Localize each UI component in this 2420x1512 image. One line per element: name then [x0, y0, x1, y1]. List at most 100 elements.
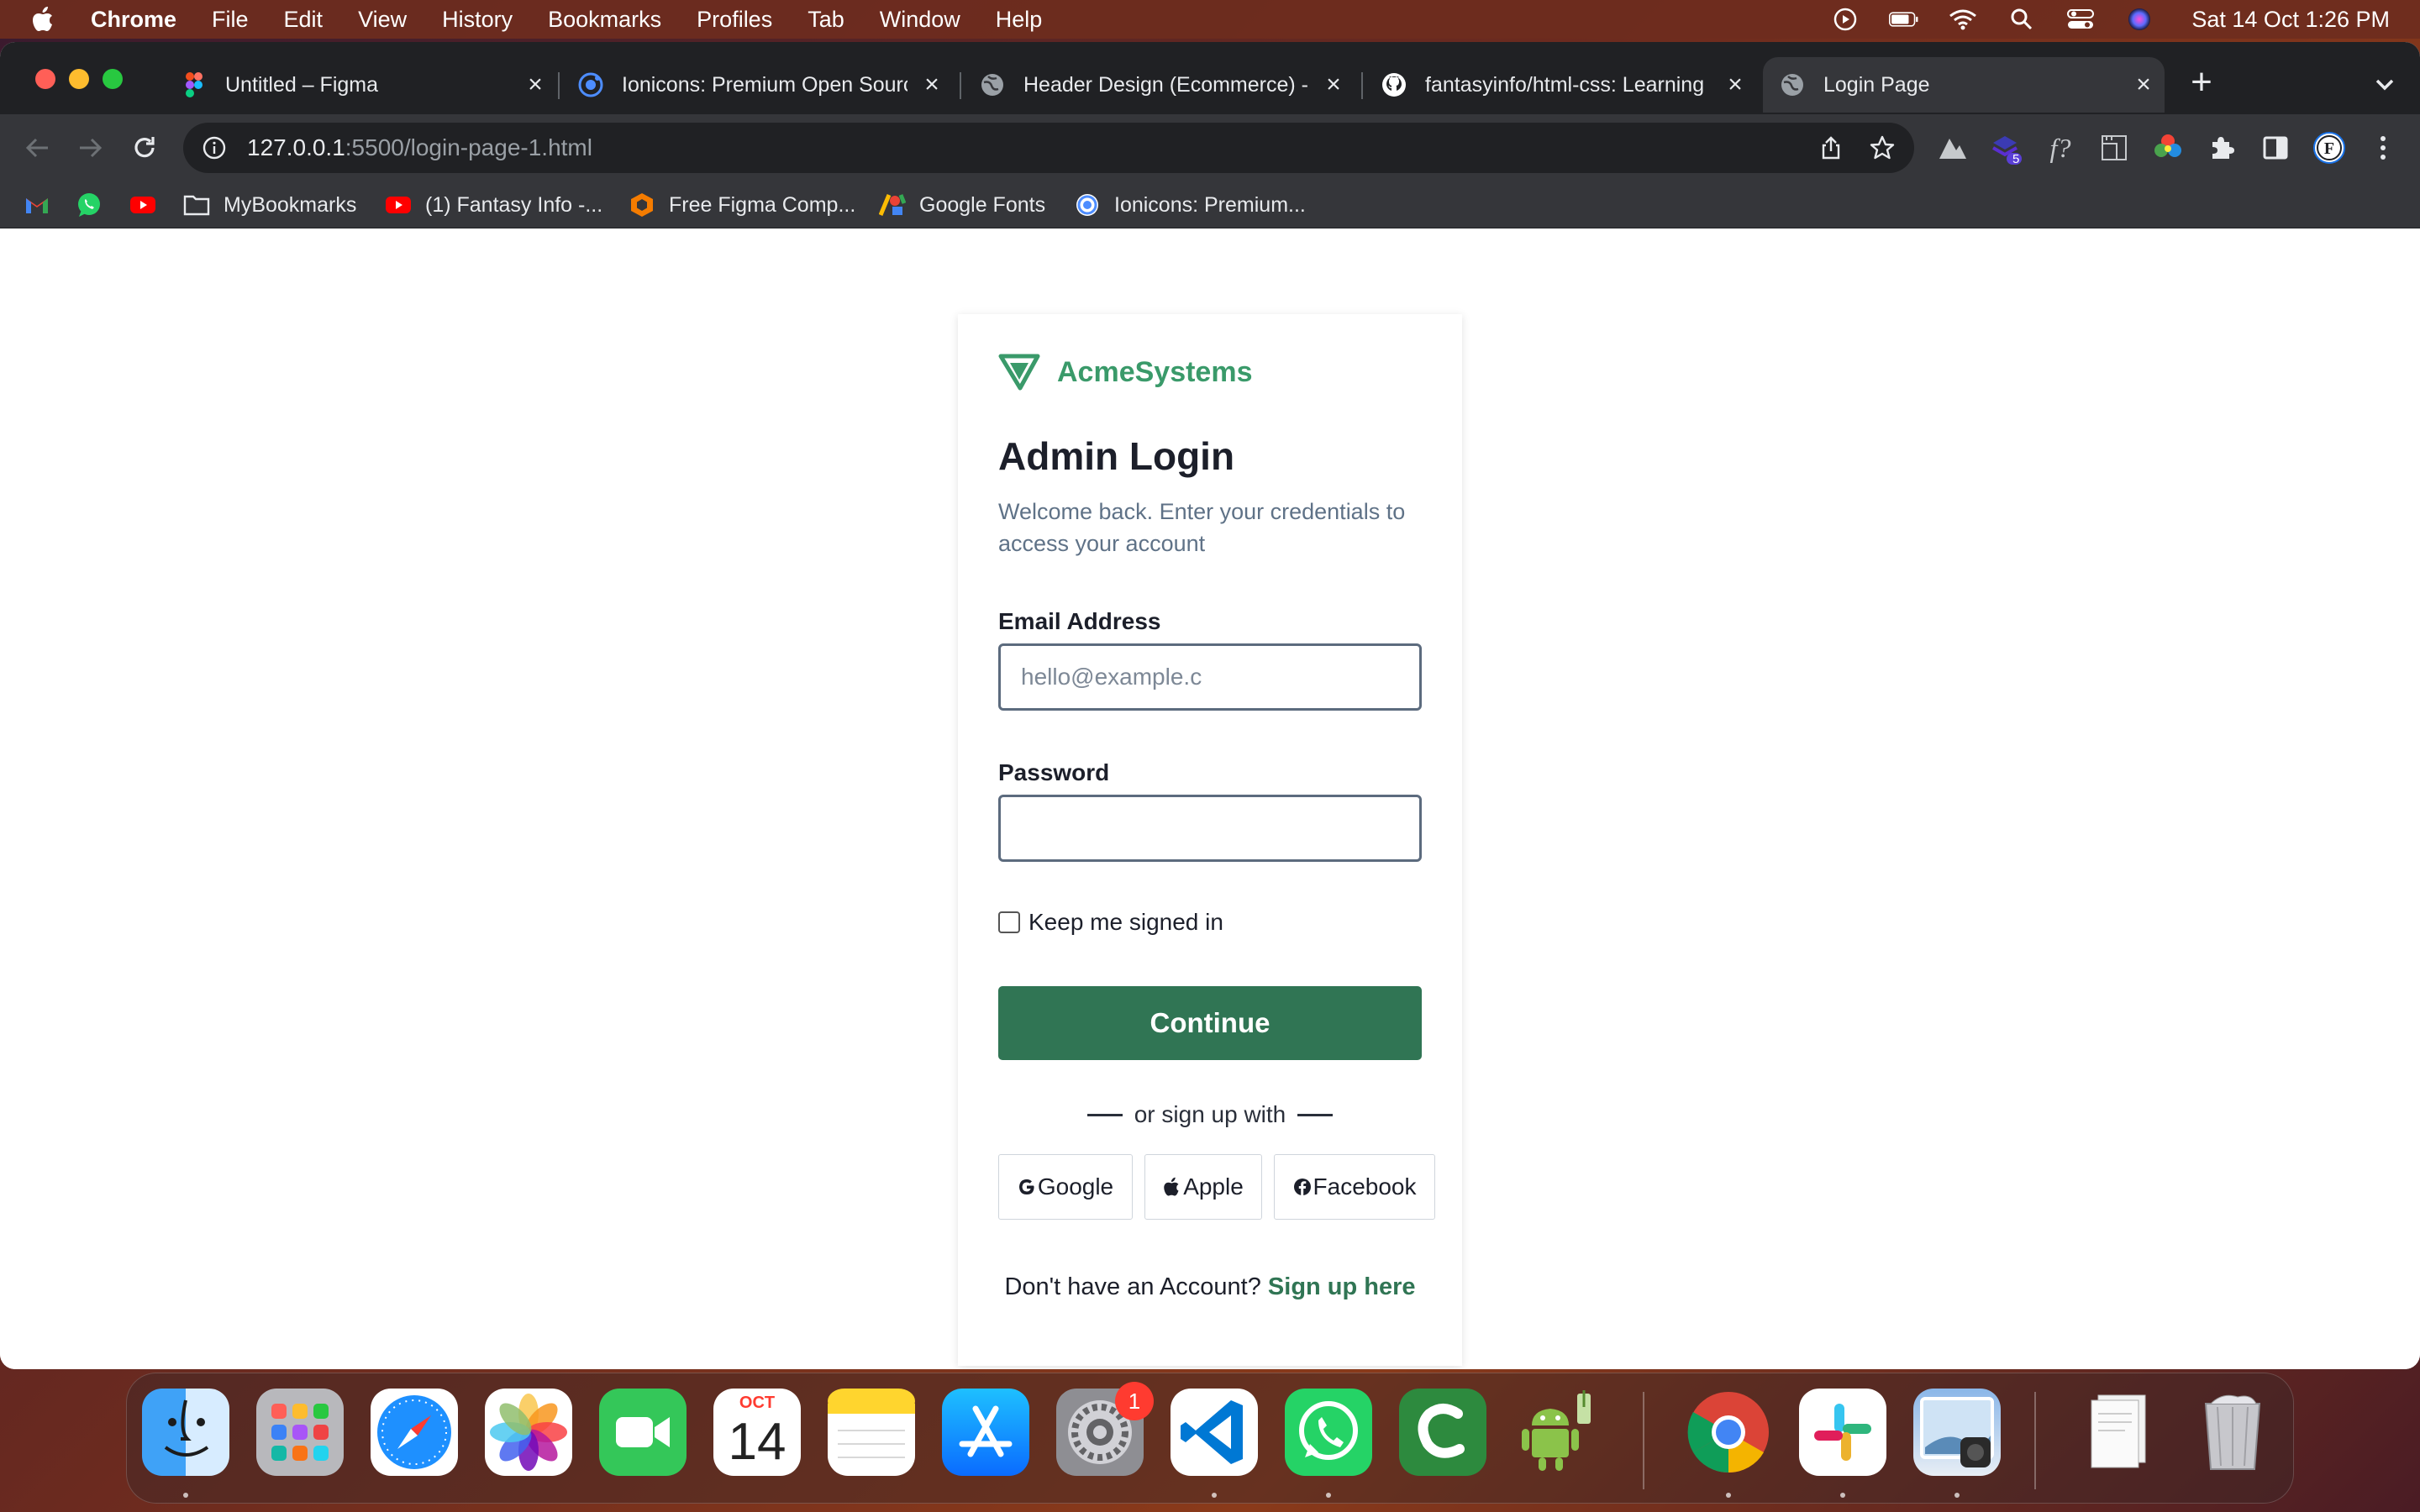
forward-button[interactable]	[74, 131, 108, 165]
bookmark-youtube[interactable]	[129, 190, 170, 220]
spotlight-search-icon[interactable]	[2007, 7, 2037, 32]
preview-icon[interactable]	[1913, 1389, 2001, 1476]
bookmark-fantasy-info[interactable]: (1) Fantasy Info -...	[385, 190, 602, 220]
menu-file[interactable]: File	[212, 7, 249, 33]
photos-icon[interactable]	[485, 1389, 572, 1476]
bookmark-star-icon[interactable]	[1869, 134, 1896, 161]
close-icon[interactable]: ×	[1321, 72, 1346, 97]
menubar-clock[interactable]: Sat 14 Oct 1:26 PM	[2191, 7, 2390, 33]
close-icon[interactable]: ×	[523, 72, 548, 97]
camtasia-icon[interactable]	[1399, 1389, 1486, 1476]
profile-avatar-icon[interactable]: F	[2312, 131, 2346, 165]
youtube-icon	[129, 192, 156, 218]
documents-stack-icon[interactable]	[2075, 1389, 2162, 1476]
slack-icon[interactable]	[1799, 1389, 1886, 1476]
ruler-extension-icon[interactable]	[2097, 131, 2131, 165]
close-icon[interactable]: ×	[2131, 72, 2156, 97]
chrome-icon[interactable]	[1685, 1389, 1772, 1476]
bookmark-ionicons[interactable]: Ionicons: Premium...	[1074, 190, 1306, 220]
notes-icon[interactable]	[828, 1389, 915, 1476]
launchpad-icon[interactable]	[256, 1389, 344, 1476]
menu-history[interactable]: History	[442, 7, 513, 33]
address-bar[interactable]: 127.0.0.1:5500/login-page-1.html	[183, 123, 1914, 173]
vscode-icon[interactable]	[1171, 1389, 1258, 1476]
finder-icon[interactable]	[142, 1389, 229, 1476]
menu-tab[interactable]: Tab	[808, 7, 844, 33]
safari-icon[interactable]	[371, 1389, 458, 1476]
window-close-button[interactable]	[35, 69, 55, 89]
hexagon-icon	[629, 192, 655, 218]
battery-icon[interactable]	[1889, 7, 1919, 32]
keep-signed-in[interactable]: Keep me signed in	[998, 909, 1223, 936]
tab-divider	[960, 72, 961, 99]
google-signup-button[interactable]: Google	[998, 1154, 1133, 1220]
bookmark-gmail[interactable]	[24, 190, 64, 220]
password-field[interactable]	[998, 795, 1422, 862]
tab-ionicons[interactable]: Ionicons: Premium Open Source ×	[561, 57, 953, 113]
apple-signup-button[interactable]: Apple	[1144, 1154, 1262, 1220]
puzzle-extensions-icon[interactable]	[2205, 131, 2238, 165]
menu-bookmarks[interactable]: Bookmarks	[548, 7, 661, 33]
email-field[interactable]	[998, 643, 1422, 711]
tab-login-page[interactable]: Login Page ×	[1763, 57, 2165, 113]
keep-signed-in-checkbox[interactable]	[998, 911, 1020, 933]
tab-github[interactable]: fantasyinfo/html-css: Learning ×	[1365, 57, 1756, 113]
menu-help[interactable]: Help	[996, 7, 1043, 33]
google-fonts-icon	[879, 192, 906, 218]
window-zoom-button[interactable]	[103, 69, 123, 89]
bookmark-whatsapp[interactable]	[76, 190, 116, 220]
login-card: AcmeSystems Admin Login Welcome back. En…	[958, 314, 1462, 1366]
menu-app-name[interactable]: Chrome	[91, 7, 176, 33]
page-viewport: AcmeSystems Admin Login Welcome back. En…	[0, 228, 2420, 1369]
wifi-icon[interactable]	[1948, 7, 1978, 32]
color-picker-extension-icon[interactable]	[2151, 131, 2185, 165]
brand-name: AcmeSystems	[1057, 355, 1253, 388]
new-tab-button[interactable]: +	[2185, 64, 2218, 101]
menu-view[interactable]: View	[358, 7, 407, 33]
figma-icon	[182, 72, 207, 97]
menu-window[interactable]: Window	[880, 7, 960, 33]
back-button[interactable]	[20, 131, 54, 165]
control-center-icon[interactable]	[2065, 7, 2096, 32]
url-path: :5500/login-page-1.html	[345, 134, 592, 160]
continue-button[interactable]: Continue	[998, 986, 1422, 1060]
google-label: Google	[1037, 1173, 1114, 1200]
menu-profiles[interactable]: Profiles	[697, 7, 772, 33]
calendar-day: 14	[728, 1413, 786, 1471]
menu-edit[interactable]: Edit	[284, 7, 324, 33]
side-panel-icon[interactable]	[2259, 131, 2292, 165]
reload-button[interactable]	[128, 131, 161, 165]
facebook-signup-button[interactable]: Facebook	[1274, 1154, 1435, 1220]
bookmarks-bar: MyBookmarks (1) Fantasy Info -... Free F…	[0, 181, 2420, 228]
tab-figma[interactable]: Untitled – Figma ×	[165, 57, 556, 113]
bookmark-free-figma-comp[interactable]: Free Figma Comp...	[629, 190, 855, 220]
page-title: Admin Login	[998, 434, 1235, 478]
mountain-extension-icon[interactable]	[1936, 131, 1970, 165]
signup-link[interactable]: Sign up here	[1268, 1273, 1416, 1300]
window-minimize-button[interactable]	[69, 69, 89, 89]
whatfont-extension-icon[interactable]: f?	[2044, 131, 2077, 165]
tab-header-design[interactable]: Header Design (Ecommerce) - ×	[963, 57, 1355, 113]
site-info-icon[interactable]	[202, 135, 227, 160]
dock: OCT 14 1	[126, 1373, 2294, 1504]
bookmark-folder-mybookmarks[interactable]: MyBookmarks	[183, 190, 356, 220]
screen-record-icon[interactable]	[1830, 7, 1860, 32]
bookmark-google-fonts[interactable]: Google Fonts	[879, 190, 1045, 220]
chrome-menu-icon[interactable]	[2366, 131, 2400, 165]
close-icon[interactable]: ×	[919, 72, 944, 97]
url-text[interactable]: 127.0.0.1:5500/login-page-1.html	[247, 134, 592, 161]
whatsapp-icon[interactable]	[1285, 1389, 1372, 1476]
trash-icon[interactable]	[2189, 1389, 2276, 1476]
android-file-transfer-icon[interactable]	[1513, 1389, 1601, 1476]
tab-search-chevron-down-icon[interactable]	[2368, 67, 2402, 101]
tab-title: fantasyinfo/html-css: Learning	[1425, 72, 1705, 97]
apple-icon[interactable]	[32, 6, 57, 33]
calendar-icon[interactable]: OCT 14	[713, 1389, 801, 1476]
stack-extension-icon[interactable]: 5	[1990, 131, 2023, 166]
brand: AcmeSystems	[998, 353, 1252, 391]
facetime-icon[interactable]	[599, 1389, 687, 1476]
siri-icon[interactable]	[2124, 7, 2154, 32]
share-icon[interactable]	[1818, 135, 1844, 160]
close-icon[interactable]: ×	[1723, 72, 1748, 97]
app-store-icon[interactable]	[942, 1389, 1029, 1476]
